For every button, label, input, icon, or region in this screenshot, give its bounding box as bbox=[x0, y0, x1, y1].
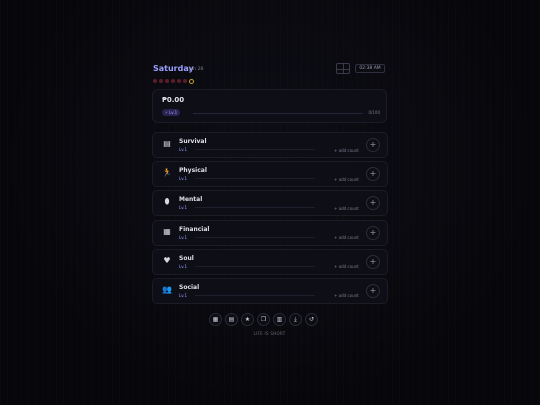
app-panel: Saturday Jun 28 02:38 AM ₱0.00 ⚡ Lv.1 0/… bbox=[149, 60, 390, 336]
bottom-toolbar: ▦ ▤ ★ ❐ ▥ ⤓ ↺ bbox=[209, 313, 318, 326]
streak-dot bbox=[177, 79, 181, 83]
add-count-label: + add count bbox=[334, 264, 359, 270]
reset-icon[interactable]: ↺ bbox=[305, 313, 318, 326]
balance-card: ₱0.00 ⚡ Lv.1 0/100 bbox=[152, 89, 387, 123]
category-survival: ▤ Survival Lv.1 + add count + bbox=[152, 132, 388, 158]
survival-icon: ▤ bbox=[163, 139, 171, 148]
category-name: Physical bbox=[179, 167, 207, 175]
add-social-button[interactable]: + bbox=[366, 283, 380, 298]
category-list: ▤ Survival Lv.1 + add count + 🏃 Physical… bbox=[152, 132, 388, 307]
add-count-label: + add count bbox=[334, 235, 359, 241]
money-icon: ▦ bbox=[163, 226, 171, 236]
calendar-grid-icon[interactable]: ▤ bbox=[225, 313, 238, 326]
xp-value: 0/100 bbox=[368, 110, 380, 115]
download-icon[interactable]: ⤓ bbox=[289, 313, 302, 326]
category-level: Lv.1 bbox=[179, 263, 188, 269]
add-physical-button[interactable]: + bbox=[366, 167, 380, 182]
category-name: Social bbox=[179, 283, 200, 291]
star-icon[interactable]: ★ bbox=[241, 313, 254, 326]
category-name: Survival bbox=[179, 138, 207, 145]
category-name: Financial bbox=[179, 225, 210, 233]
add-count-label: + add count bbox=[334, 205, 359, 211]
category-financial: ▦ Financial Lv.1 + add count + bbox=[152, 219, 388, 246]
add-count-label: + add count bbox=[334, 147, 359, 153]
heart-icon: ♥ bbox=[163, 255, 171, 265]
add-survival-button[interactable]: + bbox=[366, 138, 380, 152]
category-level: Lv.1 bbox=[179, 292, 188, 298]
category-progress-bar bbox=[195, 149, 315, 150]
clock: 02:38 AM bbox=[355, 64, 385, 73]
streak-dots bbox=[153, 79, 194, 84]
header: Saturday Jun 28 02:38 AM bbox=[149, 60, 390, 80]
calendar-icon[interactable]: ▦ bbox=[209, 313, 222, 326]
category-progress-bar bbox=[195, 178, 315, 180]
streak-dot bbox=[159, 79, 163, 83]
date-label: Jun 28 bbox=[189, 67, 204, 72]
category-progress-bar bbox=[195, 265, 315, 267]
add-financial-button[interactable]: + bbox=[366, 225, 380, 240]
streak-dot bbox=[153, 79, 157, 83]
category-social: 👥 Social Lv.1 + add count + bbox=[152, 277, 388, 304]
add-soul-button[interactable]: + bbox=[366, 254, 380, 269]
streak-dot bbox=[171, 79, 175, 83]
category-level: Lv.1 bbox=[179, 147, 188, 152]
streak-dot bbox=[183, 79, 187, 83]
streak-dot-today bbox=[189, 79, 194, 84]
cards-icon[interactable]: ❐ bbox=[257, 313, 270, 326]
people-icon: 👥 bbox=[162, 284, 172, 294]
add-mental-button[interactable]: + bbox=[366, 196, 380, 211]
category-level: Lv.1 bbox=[179, 205, 188, 211]
category-name: Mental bbox=[179, 196, 203, 204]
category-progress-bar bbox=[195, 236, 315, 238]
category-name: Soul bbox=[179, 254, 194, 262]
category-soul: ♥ Soul Lv.1 + add count + bbox=[152, 248, 388, 275]
report-icon[interactable]: ▥ bbox=[273, 313, 286, 326]
category-progress-bar bbox=[195, 207, 315, 209]
category-level: Lv.1 bbox=[179, 234, 188, 240]
brain-icon: ⬮ bbox=[164, 197, 170, 207]
grid-view-icon[interactable] bbox=[336, 63, 350, 74]
streak-dot bbox=[165, 79, 169, 83]
category-mental: ⬮ Mental Lv.1 + add count + bbox=[152, 190, 388, 217]
category-physical: 🏃 Physical Lv.1 + add count + bbox=[152, 161, 388, 188]
level-badge: ⚡ Lv.1 bbox=[162, 109, 181, 116]
footer-tagline: LIFE IS SHORT bbox=[253, 331, 286, 336]
add-count-label: + add count bbox=[334, 293, 359, 299]
day-label: Saturday bbox=[153, 64, 194, 73]
category-level: Lv.1 bbox=[179, 176, 188, 182]
running-icon: 🏃 bbox=[162, 168, 172, 178]
balance-value: ₱0.00 bbox=[162, 96, 185, 104]
category-progress-bar bbox=[195, 294, 315, 296]
xp-progress-bar bbox=[193, 112, 363, 114]
add-count-label: + add count bbox=[334, 176, 359, 182]
